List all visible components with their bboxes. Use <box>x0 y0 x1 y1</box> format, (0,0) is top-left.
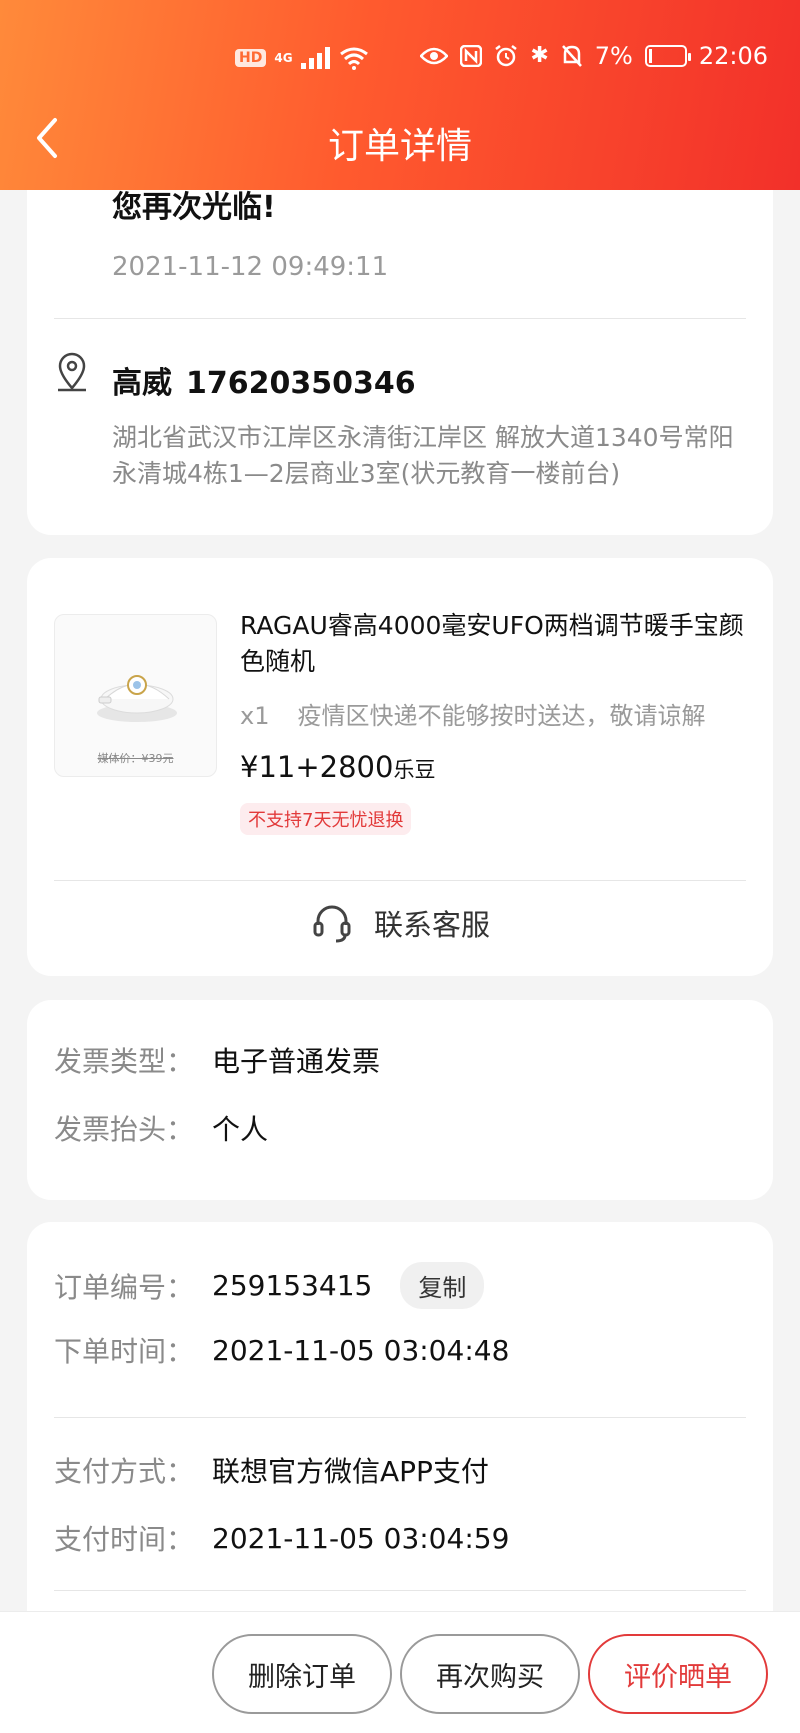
divider <box>54 1590 746 1591</box>
nfc-icon <box>460 45 483 67</box>
pay-method-row: 支付方式： 联想官方微信APP支付 <box>54 1450 489 1490</box>
order-detail-page: HD 4G ✱ 7% 22:06 订单详情 您再次光临! 2021-11-12 … <box>0 0 800 1733</box>
nav-bar: 订单详情 <box>0 105 800 175</box>
invoice-type-value: 电子普通发票 <box>212 1045 381 1078</box>
price-value: ¥11+2800 <box>240 750 394 784</box>
pay-method-label: 支付方式： <box>54 1455 195 1488</box>
battery-percent: 7% <box>594 42 633 70</box>
bottom-action-bar: 删除订单 再次购买 评价晒单 <box>0 1611 800 1733</box>
battery-icon <box>644 45 691 67</box>
order-time-row: 下单时间： 2021-11-05 03:04:48 <box>54 1330 509 1370</box>
pay-time-row: 支付时间： 2021-11-05 03:04:59 <box>54 1518 509 1558</box>
divider <box>54 1417 746 1418</box>
product-price: ¥11+2800乐豆 <box>240 750 435 784</box>
alarm-icon <box>495 45 518 67</box>
product-title[interactable]: RAGAU睿高4000毫安UFO两档调节暖手宝颜色随机 <box>240 608 750 680</box>
mute-bell-icon <box>561 45 582 67</box>
product-note: 疫情区快递不能够按时送达，敬请谅解 <box>297 702 706 730</box>
price-unit: 乐豆 <box>393 758 436 782</box>
order-time-value: 2021-11-05 03:04:48 <box>212 1333 510 1367</box>
signal-icon <box>300 47 330 69</box>
contact-service-label: 联系客服 <box>373 908 490 942</box>
divider <box>54 880 746 881</box>
recipient-phone: 17620350346 <box>186 366 416 401</box>
order-number-label: 订单编号： <box>54 1270 195 1304</box>
product-card: 媒体价：¥39元 RAGAU睿高4000毫安UFO两档调节暖手宝颜色随机 x1 疫… <box>27 558 773 976</box>
location-pin-icon <box>58 352 86 392</box>
product-quantity: x1 <box>240 702 270 730</box>
delete-order-button[interactable]: 删除订单 <box>212 1634 392 1714</box>
review-button[interactable]: 评价晒单 <box>588 1634 768 1714</box>
pay-method-value: 联想官方微信APP支付 <box>212 1455 489 1488</box>
recipient: 高威 17620350346 <box>112 358 430 402</box>
status-date: 2021-11-12 09:49:11 <box>112 252 389 282</box>
return-policy-tag: 不支持7天无忧退换 <box>240 803 412 835</box>
status-address-card: 您再次光临! 2021-11-12 09:49:11 高威 17620350346… <box>27 140 773 535</box>
shipping-address: 湖北省武汉市江岸区永清街江岸区 解放大道1340号常阳永清城4栋1—2层商业3室… <box>112 423 734 488</box>
status-right: ✱ 7% 22:06 <box>420 42 768 70</box>
invoice-card: 发票类型： 电子普通发票 发票抬头： 个人 <box>27 1000 773 1200</box>
header: HD 4G ✱ 7% 22:06 订单详情 <box>0 0 800 190</box>
network-type: 4G <box>274 51 293 65</box>
pay-time-value: 2021-11-05 03:04:59 <box>212 1521 510 1555</box>
status-left: HD 4G <box>235 46 369 70</box>
copy-button[interactable]: 复制 <box>400 1262 485 1309</box>
invoice-title-label: 发票抬头： <box>54 1113 195 1146</box>
product-meta: x1 疫情区快递不能够按时送达，敬请谅解 <box>240 696 750 731</box>
clock: 22:06 <box>698 42 768 70</box>
order-number-row: 订单编号： 259153415 复制 <box>54 1262 485 1309</box>
pay-time-label: 支付时间： <box>54 1523 195 1556</box>
divider <box>54 318 746 319</box>
rebuy-button[interactable]: 再次购买 <box>400 1634 580 1714</box>
product-thumbnail[interactable]: 媒体价：¥39元 <box>54 614 217 777</box>
bluetooth-icon: ✱ <box>530 43 549 68</box>
invoice-title-value: 个人 <box>212 1113 269 1146</box>
order-number-value: 259153415 <box>212 1269 373 1302</box>
product-image <box>97 675 177 722</box>
page-title: 订单详情 <box>327 126 472 167</box>
headset-icon <box>313 905 351 943</box>
wifi-icon <box>339 47 368 70</box>
recipient-name: 高威 <box>112 366 172 401</box>
status-bar: HD 4G ✱ 7% 22:06 <box>0 40 800 80</box>
invoice-title-row: 发票抬头： 个人 <box>54 1108 268 1148</box>
hd-icon: HD <box>235 49 267 67</box>
invoice-type-row: 发票类型： 电子普通发票 <box>54 1040 380 1080</box>
order-time-label: 下单时间： <box>54 1335 195 1368</box>
eye-icon <box>420 47 449 65</box>
thumbnail-price: 媒体价：¥39元 <box>97 752 174 765</box>
invoice-type-label: 发票类型： <box>54 1045 195 1078</box>
contact-service-button[interactable]: 联系客服 <box>27 893 773 953</box>
